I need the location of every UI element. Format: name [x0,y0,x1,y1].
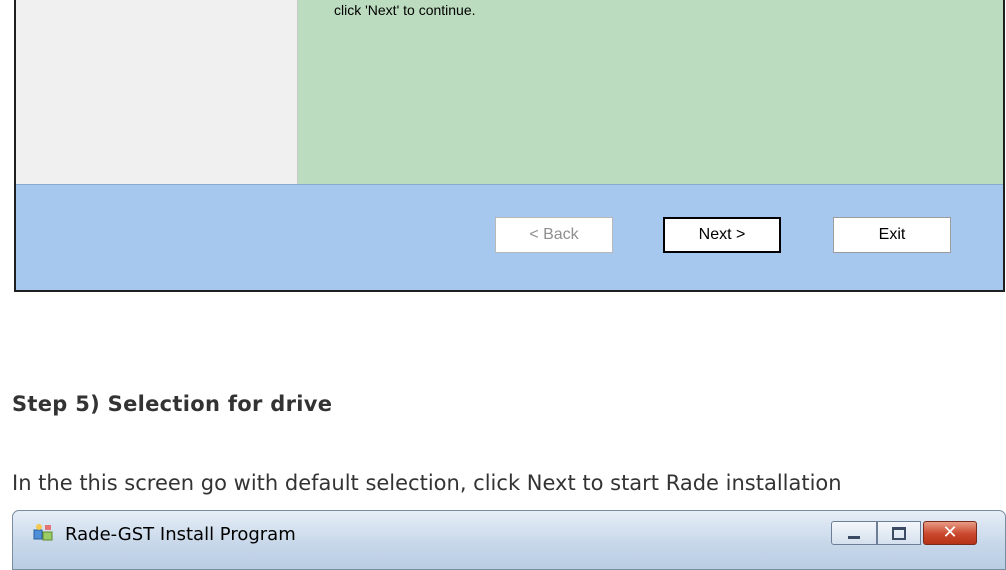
window-title: Rade-GST Install Program [65,524,296,545]
close-icon: ✕ [942,522,958,543]
minimize-button[interactable] [831,521,877,545]
step-description: In the this screen go with default selec… [12,471,842,495]
dialog-button-bar: < Back Next > Exit [16,184,1003,290]
maximize-button[interactable] [877,521,921,545]
step-heading: Step 5) Selection for drive [12,392,333,416]
next-button[interactable]: Next > [663,217,781,253]
installer-dialog: click 'Next' to continue. < Back Next > … [14,0,1005,292]
info-text: click 'Next' to continue. [334,2,476,18]
maximize-icon [892,526,906,540]
back-button[interactable]: < Back [495,217,613,253]
close-button[interactable]: ✕ [923,521,977,545]
dialog-info-panel: click 'Next' to continue. [298,0,1003,184]
install-program-window: Rade-GST Install Program ✕ [12,510,1006,570]
exit-button[interactable]: Exit [833,217,951,253]
dialog-side-panel [16,0,298,184]
minimize-icon [848,535,860,539]
installer-icon [33,524,53,541]
